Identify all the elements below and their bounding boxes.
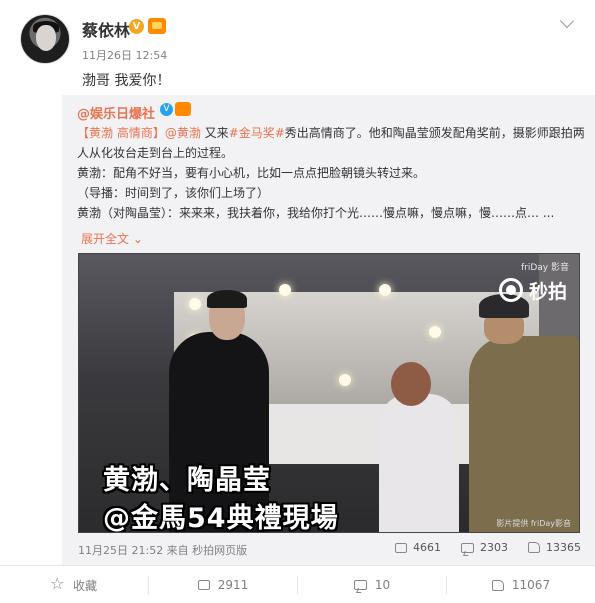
repost-text-segment: 又来 [200,126,229,140]
action-bar: 收藏 2911 10 11067 [0,565,595,603]
repost-button[interactable]: 2911 [149,566,297,603]
author-avatar[interactable] [20,14,70,64]
repost-member-badge-icon[interactable] [175,102,191,116]
star-icon [50,574,65,593]
repost-action-count: 2911 [217,578,249,592]
reposted-content: @娱乐日爆社 V 【黄渤 高情商】@黄渤 又来#金马奖#秀出高情商了。他和陶晶莹… [62,95,595,565]
repost-text-line-2: 人从化妆台走到台上的过程。 [77,146,234,160]
mention-link[interactable]: @黄渤 [165,126,201,140]
miaopai-logo: 秒拍 [498,276,567,304]
thumbs-up-icon [491,579,504,591]
favorite-button[interactable]: 收藏 [0,566,148,603]
author-name[interactable]: 蔡依林 [82,17,130,41]
repost-stats: 4661 2303 13365 [395,541,581,554]
comment-action-count: 10 [374,578,391,592]
weibo-post: 蔡依林 V 11月26日 12:54 渤哥 我爱你！ @娱乐日爆社 V 【黄渤 … [0,0,595,603]
repost-text: 【黄渤 高情商】@黄渤 又来#金马奖#秀出高情商了。他和陶晶莹颁发配角奖前，摄影… [77,123,587,223]
repost-count: 4661 [413,541,441,554]
video-player[interactable]: friDay 影音 秒拍 黄渤、陶晶莹 @金馬54典禮現場 影片提供 friDa… [78,253,580,533]
chevron-down-icon[interactable] [559,13,575,29]
comment-count-button[interactable]: 2303 [461,541,508,554]
repost-count-button[interactable]: 4661 [395,541,441,554]
comment-icon [461,542,474,553]
repost-text-line-4: （导播：时间到了，该你们上场了） [77,186,270,200]
repost-verified-icon: V [160,103,173,116]
video-caption-line-2: @金馬54典禮現場 [103,503,339,533]
repost-icon [197,580,210,590]
comment-button[interactable]: 10 [298,566,446,603]
camera-icon [498,278,523,302]
member-badge-icon[interactable] [148,18,166,34]
verified-icon: V [129,19,144,34]
repost-icon [395,542,407,553]
comment-count: 2303 [480,541,508,554]
thumbs-up-icon [528,542,540,553]
topic-link[interactable]: #金马奖# [229,126,285,140]
repost-text-segment: 秀出高情商了。他和陶晶莹颁发配角奖前，摄影师跟拍两 [284,126,585,140]
video-caption-line-1: 黄渤、陶晶莹 [103,465,271,496]
repost-text-line-5: 黄渤（对陶晶莹）：来来来，我扶着你，我给你打个光……慢点嘛，慢点嘛，慢……点… … [77,206,555,220]
video-watermark: friDay 影音 [520,263,569,273]
repost-text-line-3: 黄渤：配角不好当，要有小心机，比如一点点把脸朝镜头转过来。 [77,166,426,180]
hashtag-title[interactable]: 【黄渤 高情商】 [77,126,165,140]
like-action-count: 11067 [511,578,551,592]
like-count: 13365 [546,541,581,554]
video-person [469,336,579,532]
repost-author-link[interactable]: @娱乐日爆社 [77,103,155,122]
repost-meta[interactable]: 11月25日 21:52 来自 秒拍网页版 [78,542,247,558]
post-timestamp[interactable]: 11月26日 12:54 [82,47,167,63]
repost-text-line-1: 【黄渤 高情商】@黄渤 又来#金马奖#秀出高情商了。他和陶晶莹颁发配角奖前，摄影… [77,123,587,143]
comment-icon [353,580,367,590]
post-text: 渤哥 我爱你！ [82,73,171,89]
like-button[interactable]: 11067 [447,566,595,603]
video-person [379,394,459,532]
favorite-label: 收藏 [72,578,97,593]
expand-full-text-link[interactable]: 展开全文 ⌄ [81,230,143,247]
like-count-button[interactable]: 13365 [528,541,581,554]
miaopai-logo-text: 秒拍 [528,280,567,303]
video-credit: 影片提供 friDay影音 [496,519,571,528]
